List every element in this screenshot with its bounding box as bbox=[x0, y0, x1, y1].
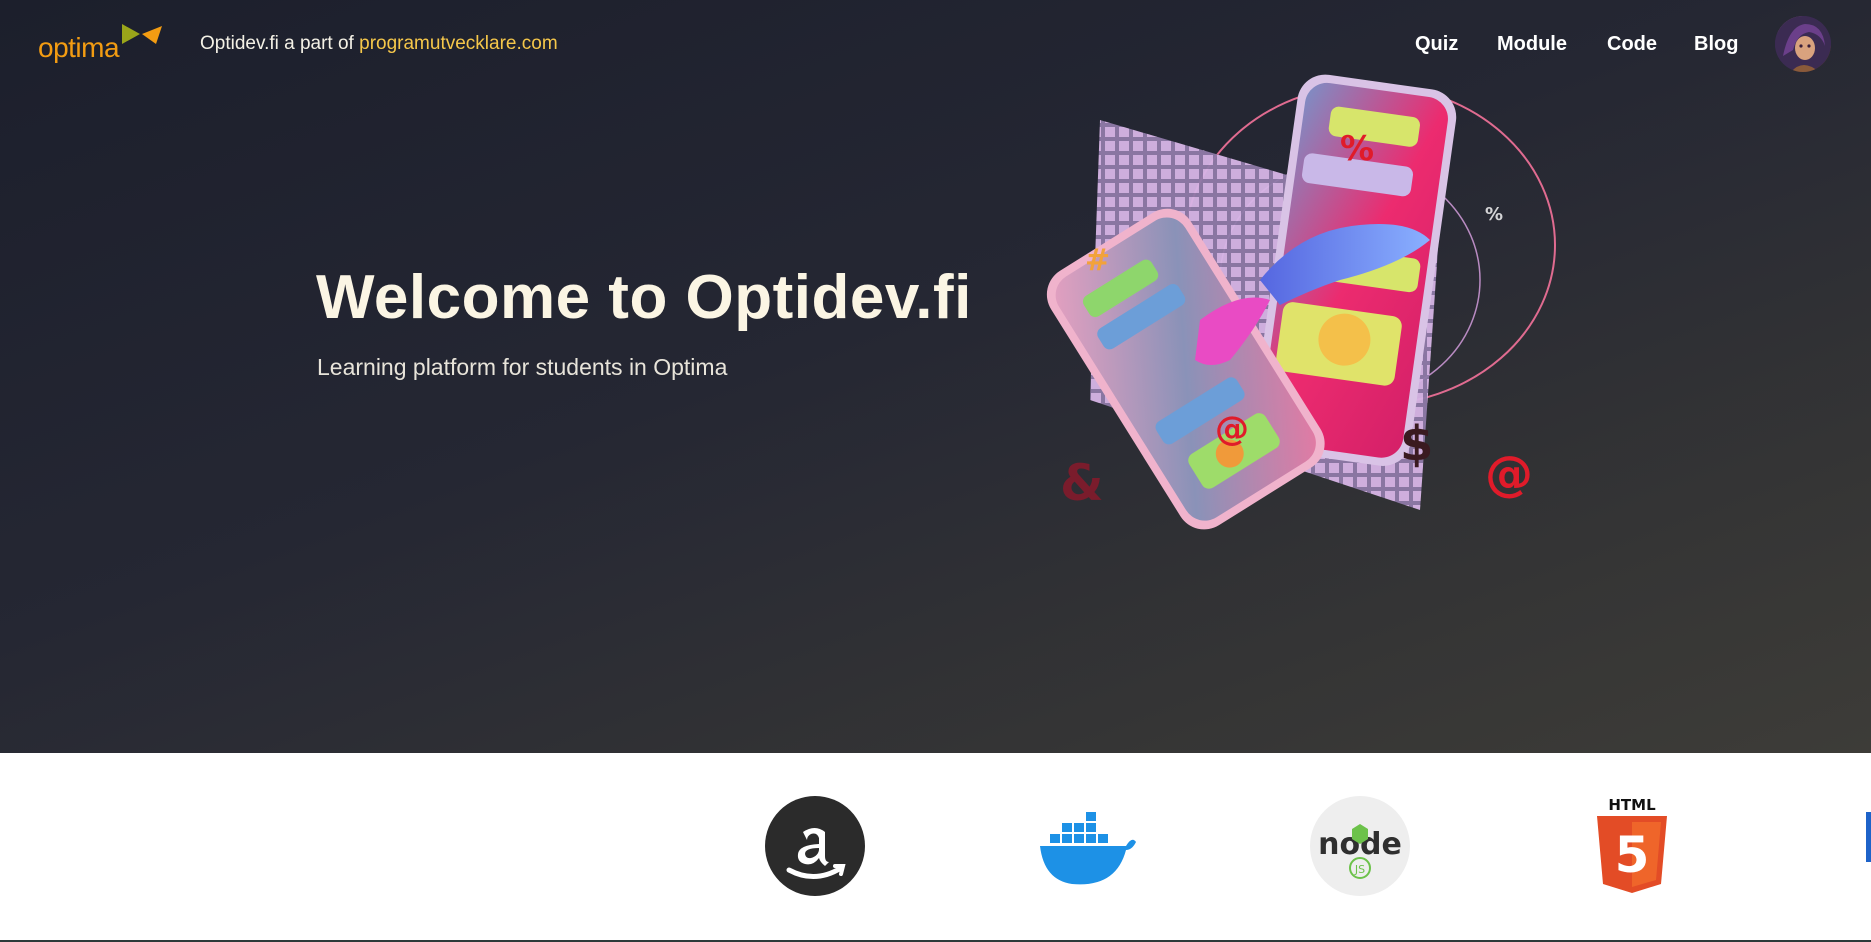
hero-section: optima Optidev.fi a part of programutvec… bbox=[0, 0, 1871, 753]
at-symbol-small: @ bbox=[1215, 409, 1249, 449]
nav-module[interactable]: Module bbox=[1497, 33, 1567, 56]
hero-phones-illustration: % @ & $ # @ % bbox=[1046, 74, 1556, 530]
logo-triangles-icon bbox=[122, 24, 162, 44]
svg-text:HTML: HTML bbox=[1608, 796, 1656, 814]
nav-code[interactable]: Code bbox=[1607, 33, 1657, 56]
nodejs-icon: node JS bbox=[1310, 796, 1410, 896]
avatar-image bbox=[1775, 16, 1831, 72]
hash-symbol: # bbox=[1085, 243, 1110, 278]
percent-symbol: % bbox=[1340, 129, 1374, 169]
nav-quiz[interactable]: Quiz bbox=[1415, 33, 1458, 56]
hero-title: Welcome to Optidev.fi bbox=[316, 263, 972, 332]
svg-text:5: 5 bbox=[1615, 826, 1650, 884]
amazon-icon bbox=[765, 796, 865, 896]
docker-icon bbox=[1040, 812, 1136, 885]
at-symbol: @ bbox=[1485, 446, 1533, 502]
nav-blog[interactable]: Blog bbox=[1694, 33, 1738, 56]
programutvecklare-link[interactable]: programutvecklare.com bbox=[359, 33, 558, 54]
tagline-prefix: Optidev.fi a part of bbox=[200, 33, 354, 54]
user-avatar[interactable] bbox=[1775, 16, 1831, 72]
logo-text: optima bbox=[38, 32, 120, 63]
svg-text:JS: JS bbox=[1354, 863, 1365, 876]
hero-subtitle: Learning platform for students in Optima bbox=[317, 354, 728, 380]
optima-logo[interactable]: optima bbox=[38, 18, 163, 70]
tagline: Optidev.fi a part of programutvecklare.c… bbox=[200, 33, 558, 55]
ampersand-symbol: & bbox=[1060, 454, 1104, 512]
html5-icon: HTML 5 bbox=[1597, 796, 1667, 893]
partial-logo-icon bbox=[1866, 812, 1871, 862]
dollar-symbol: $ bbox=[1400, 416, 1433, 472]
percent-symbol-small: % bbox=[1485, 204, 1503, 225]
